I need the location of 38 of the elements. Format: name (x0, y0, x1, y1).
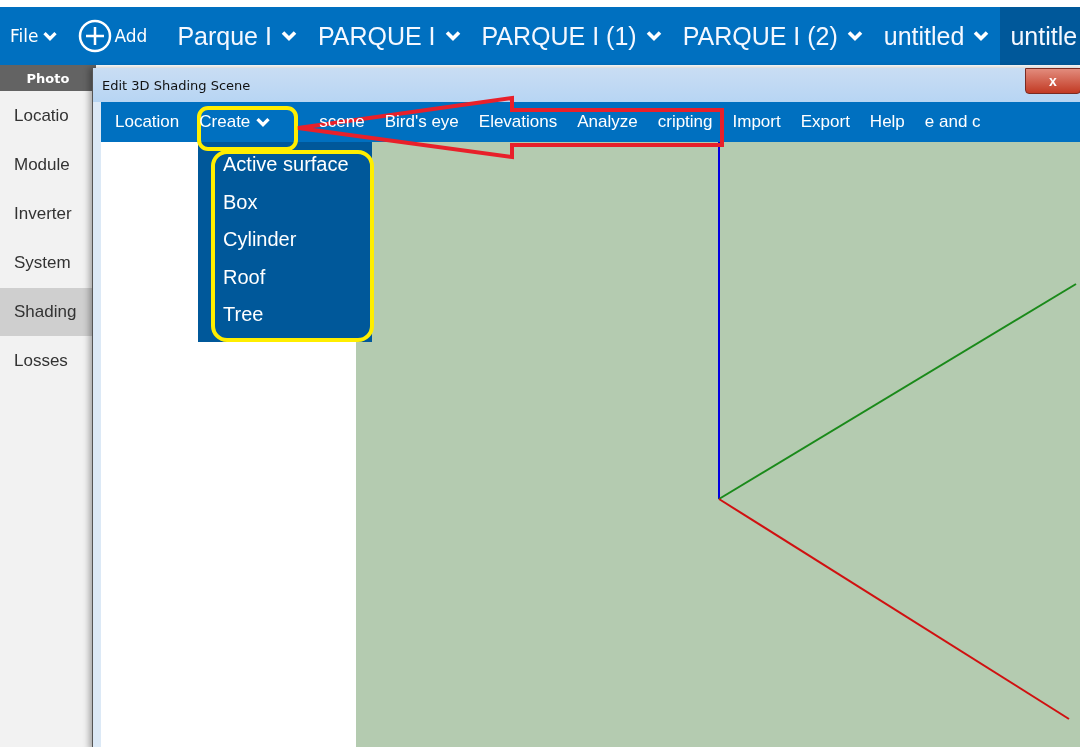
chevron-icon (279, 30, 298, 42)
project-tab[interactable]: Parque I (167, 7, 308, 65)
close-button[interactable]: x (1025, 68, 1080, 94)
menu-item[interactable]: cripting (647, 112, 723, 132)
dropdown-item[interactable]: Box (198, 183, 372, 221)
chevron-icon (42, 30, 59, 42)
dropdown-item[interactable]: Tree (198, 296, 372, 334)
dropdown-item[interactable]: Cylinder (198, 221, 372, 259)
chevron-icon (443, 30, 462, 42)
menu-item[interactable]: Analyze (567, 112, 648, 132)
project-tab[interactable]: PARQUE I (307, 7, 472, 65)
sidebar-item[interactable]: Module (0, 141, 96, 189)
chevron-icon (255, 116, 272, 128)
menu-item[interactable]: Import (722, 112, 791, 132)
sidebar-item[interactable]: Losses (0, 337, 96, 385)
menu-item[interactable]: e and c (914, 112, 991, 132)
menu-item[interactable]: Elevations (468, 112, 568, 132)
dropdown-item[interactable]: Roof (198, 258, 372, 296)
menu-item[interactable]: Help (859, 112, 915, 132)
dropdown-item[interactable]: Active surface (198, 146, 372, 184)
sidebar-item[interactable]: System (0, 239, 96, 287)
menu-item[interactable]: Location (105, 112, 190, 132)
chevron-icon (644, 30, 663, 42)
sidebar-item[interactable]: Locatio (0, 92, 96, 140)
menu-item[interactable]: Bird's eye (374, 112, 469, 132)
project-tab[interactable]: PARQUE I (1) (471, 7, 673, 65)
section-title: Photo (26, 70, 70, 86)
chevron-icon (972, 30, 991, 42)
sidebar-item[interactable]: Inverter (0, 190, 96, 238)
chevron-icon (845, 30, 864, 42)
project-tab[interactable]: untitle (1000, 7, 1080, 65)
add-button[interactable]: Add (78, 19, 148, 53)
dialog-title: Edit 3D Shading Scene (101, 77, 251, 93)
project-tab[interactable]: PARQUE I (2) (672, 7, 874, 65)
project-tab[interactable]: untitled (873, 7, 1001, 65)
menu-item[interactable]: Export (790, 112, 860, 132)
plus-circle-icon (78, 19, 113, 53)
file-menu[interactable]: File (10, 26, 59, 46)
